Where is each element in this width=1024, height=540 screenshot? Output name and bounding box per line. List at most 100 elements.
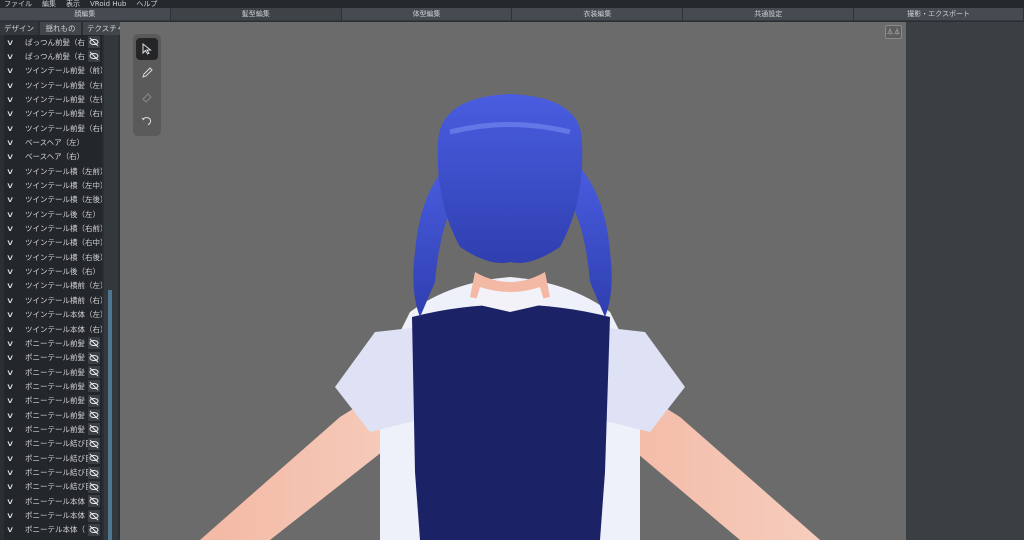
side-tab-design[interactable]: デザイン — [0, 22, 38, 35]
hair-group-item[interactable]: ∨ ポニーテール結び目 — [4, 466, 102, 480]
hidden-eye-icon[interactable] — [88, 523, 100, 536]
hidden-eye-icon[interactable] — [88, 409, 100, 422]
hair-group-item[interactable]: ∨ ツインテール横（左後） — [4, 193, 102, 207]
hair-group-item[interactable]: ∨ ツインテール本体（左） — [4, 308, 102, 322]
hair-group-item[interactable]: ∨ ポニーテール結び目 — [4, 480, 102, 494]
side-tab-texture[interactable]: テクスチャ — [83, 22, 120, 35]
hidden-eye-icon[interactable] — [88, 480, 100, 493]
chevron-down-icon[interactable]: ∨ — [6, 482, 20, 491]
hidden-eye-icon[interactable] — [88, 351, 100, 364]
menu-file[interactable]: ファイル — [4, 0, 32, 8]
hair-group-item[interactable]: ∨ ツインテール前髪（左前 — [4, 78, 102, 92]
chevron-down-icon[interactable]: ∨ — [6, 281, 20, 290]
hair-group-item[interactable]: ∨ ツインテール横（右中） — [4, 236, 102, 250]
select-tool-button[interactable] — [136, 38, 158, 60]
chevron-down-icon[interactable]: ∨ — [6, 439, 20, 448]
chevron-down-icon[interactable]: ∨ — [6, 66, 20, 75]
hair-group-item[interactable]: ∨ ツインテール横（右前） — [4, 222, 102, 236]
chevron-down-icon[interactable]: ∨ — [6, 382, 20, 391]
hair-group-item[interactable]: ∨ ツインテール後（右） — [4, 265, 102, 279]
tab-body[interactable]: 体型編集 — [341, 8, 513, 21]
hair-group-item[interactable]: ∨ ポニーテール本体（ — [4, 494, 102, 508]
hidden-eye-icon[interactable] — [88, 437, 100, 450]
chevron-down-icon[interactable]: ∨ — [6, 124, 20, 133]
hair-group-item[interactable]: ∨ ポニーテール前髪（ — [4, 336, 102, 350]
chevron-down-icon[interactable]: ∨ — [6, 195, 20, 204]
hidden-eye-icon[interactable] — [88, 452, 100, 465]
chevron-down-icon[interactable]: ∨ — [6, 167, 20, 176]
hair-group-item[interactable]: ∨ ポニーテール前髪（ — [4, 365, 102, 379]
scrollbar-thumb[interactable] — [108, 290, 112, 540]
hair-group-item[interactable]: ∨ ポニーテール結び目 — [4, 437, 102, 451]
menu-help[interactable]: ヘルプ — [136, 0, 157, 8]
menu-edit[interactable]: 編集 — [42, 0, 56, 8]
hair-group-item[interactable]: ∨ ベースヘア（右） — [4, 150, 102, 164]
tab-common-settings[interactable]: 共通設定 — [683, 8, 855, 21]
hair-group-item[interactable]: ∨ ツインテール前髪（前） — [4, 64, 102, 78]
chevron-down-icon[interactable]: ∨ — [6, 52, 20, 61]
hidden-eye-icon[interactable] — [88, 423, 100, 436]
hidden-eye-icon[interactable] — [88, 466, 100, 479]
hair-group-item[interactable]: ∨ ポニーテル本体（ — [4, 523, 102, 537]
chevron-down-icon[interactable]: ∨ — [6, 368, 20, 377]
hair-group-item[interactable]: ∨ ツインテール前髪（右前 — [4, 107, 102, 121]
view-toggle-button[interactable]: ⏃⏃ — [885, 25, 902, 39]
chevron-down-icon[interactable]: ∨ — [6, 511, 20, 520]
chevron-down-icon[interactable]: ∨ — [6, 224, 20, 233]
hair-group-item[interactable]: ∨ ツインテール横（左中） — [4, 179, 102, 193]
chevron-down-icon[interactable]: ∨ — [6, 339, 20, 348]
hair-group-item[interactable]: ∨ ポニーテール前髪（ — [4, 408, 102, 422]
hair-group-item[interactable]: ∨ ツインテール前髪（右後 — [4, 121, 102, 135]
chevron-down-icon[interactable]: ∨ — [6, 353, 20, 362]
chevron-down-icon[interactable]: ∨ — [6, 152, 20, 161]
hair-group-item[interactable]: ∨ ツインテール後（左） — [4, 207, 102, 221]
hair-group-item[interactable]: ∨ ツインテール横（左前） — [4, 164, 102, 178]
chevron-down-icon[interactable]: ∨ — [6, 325, 20, 334]
hair-group-item[interactable]: ∨ ぱっつん前髪（右 — [4, 49, 102, 63]
hidden-eye-icon[interactable] — [88, 366, 100, 379]
chevron-down-icon[interactable]: ∨ — [6, 38, 20, 47]
hidden-eye-icon[interactable] — [88, 50, 100, 63]
chevron-down-icon[interactable]: ∨ — [6, 411, 20, 420]
chevron-down-icon[interactable]: ∨ — [6, 468, 20, 477]
chevron-down-icon[interactable]: ∨ — [6, 181, 20, 190]
hair-group-item[interactable]: ∨ ツインテール横前（左） — [4, 279, 102, 293]
eraser-tool-button[interactable] — [136, 86, 158, 108]
chevron-down-icon[interactable]: ∨ — [6, 425, 20, 434]
hidden-eye-icon[interactable] — [88, 394, 100, 407]
chevron-down-icon[interactable]: ∨ — [6, 396, 20, 405]
hair-group-item[interactable]: ∨ ポニーテール前髪（ — [4, 422, 102, 436]
hidden-eye-icon[interactable] — [88, 509, 100, 522]
menu-vroid-hub[interactable]: VRoid Hub — [90, 0, 126, 8]
chevron-down-icon[interactable]: ∨ — [6, 95, 20, 104]
hair-group-item[interactable]: ∨ ツインテール本体（右） — [4, 322, 102, 336]
chevron-down-icon[interactable]: ∨ — [6, 238, 20, 247]
hair-group-item[interactable]: ∨ ツインテール前髪（左後 — [4, 92, 102, 106]
tab-hairstyle[interactable]: 髪型編集 — [170, 8, 342, 21]
hair-group-item[interactable]: ∨ ツインテール横前（右） — [4, 293, 102, 307]
undo-tool-button[interactable] — [136, 110, 158, 132]
tab-outfit[interactable]: 衣装編集 — [512, 8, 684, 21]
chevron-down-icon[interactable]: ∨ — [6, 138, 20, 147]
hidden-eye-icon[interactable] — [88, 495, 100, 508]
side-tab-swaying[interactable]: 揺れもの — [40, 22, 81, 35]
chevron-down-icon[interactable]: ∨ — [6, 454, 20, 463]
hair-group-item[interactable]: ∨ ポニーテール本体（ — [4, 509, 102, 523]
chevron-down-icon[interactable]: ∨ — [6, 253, 20, 262]
hidden-eye-icon[interactable] — [88, 337, 100, 350]
hair-group-item[interactable]: ∨ ポニーテール前髪（ — [4, 394, 102, 408]
chevron-down-icon[interactable]: ∨ — [6, 525, 20, 534]
chevron-down-icon[interactable]: ∨ — [6, 81, 20, 90]
chevron-down-icon[interactable]: ∨ — [6, 210, 20, 219]
chevron-down-icon[interactable]: ∨ — [6, 497, 20, 506]
hair-group-item[interactable]: ∨ ポニーテール前髪（ — [4, 351, 102, 365]
chevron-down-icon[interactable]: ∨ — [6, 267, 20, 276]
3d-viewport[interactable]: ⏃⏃ — [120, 22, 906, 540]
hair-group-item[interactable]: ∨ ツインテール横（右後） — [4, 250, 102, 264]
brush-tool-button[interactable] — [136, 62, 158, 84]
menu-view[interactable]: 表示 — [66, 0, 80, 8]
hidden-eye-icon[interactable] — [88, 380, 100, 393]
hair-group-item[interactable]: ∨ ポニーテール前髪（ — [4, 379, 102, 393]
tab-face[interactable]: 顔編集 — [0, 8, 171, 21]
hair-group-item[interactable]: ∨ ポニーテール結び目 — [4, 451, 102, 465]
